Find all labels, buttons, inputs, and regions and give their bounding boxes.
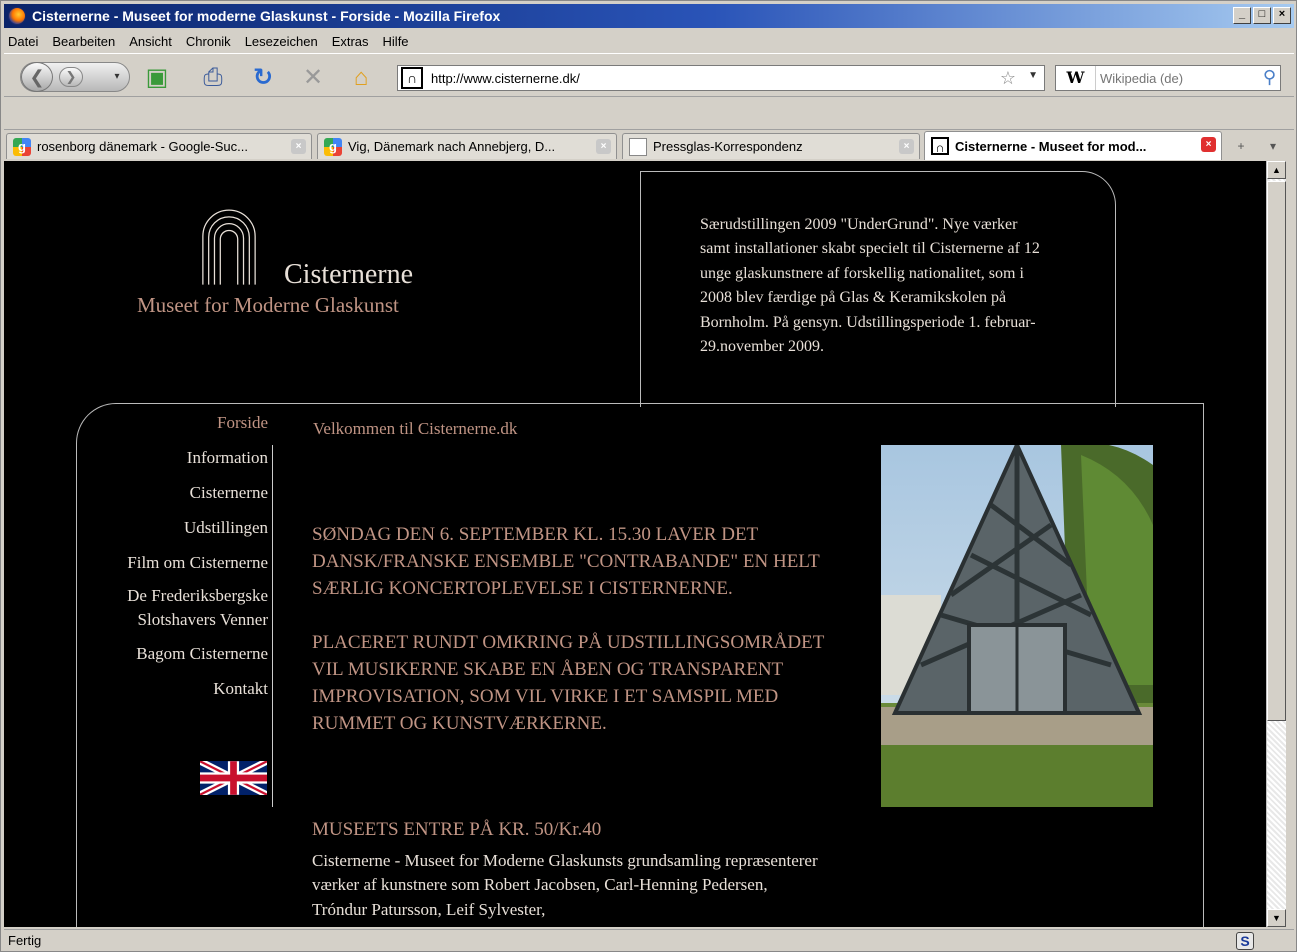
menu-datei[interactable]: Datei — [8, 34, 38, 49]
reload-icon[interactable]: ↻ — [248, 65, 278, 91]
site-navigation: Forside Information Cisternerne Udstilli… — [84, 413, 268, 714]
site-favicon-icon: ∩ — [401, 67, 423, 89]
nav-bagom[interactable]: Bagom Cisternerne — [84, 644, 268, 679]
tab-bar: g rosenborg dänemark - Google-Suc... × g… — [4, 129, 1294, 160]
menu-bar: Datei Bearbeiten Ansicht Chronik Lesezei… — [4, 29, 1294, 53]
vertical-scrollbar[interactable]: ▲ ▼ — [1266, 161, 1286, 927]
window-title: Cisternerne - Museet for moderne Glaskun… — [32, 8, 501, 24]
bookmark-star-icon[interactable]: ☆ — [1000, 68, 1016, 89]
tab-pressglas[interactable]: Pressglas-Korrespondenz × — [622, 133, 920, 159]
menu-ansicht[interactable]: Ansicht — [129, 34, 172, 49]
browser-window: Cisternerne - Museet for moderne Glaskun… — [0, 0, 1297, 952]
history-dropdown-icon[interactable]: ▾ — [109, 69, 125, 85]
tab-close-icon[interactable]: × — [291, 139, 306, 154]
back-button[interactable]: ❮ — [21, 62, 53, 92]
news-paragraph-2: PLACERET RUNDT OMKRING PÅ UDSTILLINGSOMR… — [312, 632, 824, 734]
addon-s-icon[interactable]: S — [1236, 932, 1254, 950]
back-forward-group: ❮ ❯ ▾ — [20, 62, 130, 92]
news-paragraph-1: SØNDAG DEN 6. SEPTEMBER KL. 15.30 LAVER … — [312, 524, 820, 599]
tab-close-icon[interactable]: × — [1201, 137, 1216, 152]
firefox-logo-icon — [8, 7, 26, 25]
nav-udstillingen[interactable]: Udstillingen — [84, 518, 268, 553]
menu-hilfe[interactable]: Hilfe — [383, 34, 409, 49]
url-dropdown-icon[interactable]: ▼ — [1028, 70, 1038, 81]
concert-news: SØNDAG DEN 6. SEPTEMBER KL. 15.30 LAVER … — [312, 521, 832, 764]
search-input[interactable] — [1096, 67, 1236, 89]
tab-label: Cisternerne - Museet for mod... — [955, 138, 1147, 154]
url-text[interactable]: http://www.cisternerne.dk/ — [431, 71, 580, 86]
stop-icon[interactable]: ✕ — [298, 65, 328, 91]
status-bar: Fertig S — [4, 929, 1294, 951]
window-controls: _ □ × — [1233, 7, 1291, 24]
nav-forside[interactable]: Forside — [84, 413, 268, 448]
google-icon: g — [13, 137, 31, 156]
menu-lesezeichen[interactable]: Lesezeichen — [245, 34, 318, 49]
english-flag-icon[interactable] — [200, 761, 267, 795]
search-engine-icon[interactable]: W — [1056, 66, 1096, 90]
maximize-button[interactable]: □ — [1253, 7, 1271, 24]
home-icon[interactable]: ⌂ — [346, 65, 376, 91]
nav-kontakt[interactable]: Kontakt — [84, 679, 268, 714]
page-content: Cisternerne Museet for Moderne Glaskunst… — [4, 161, 1266, 927]
google-icon: g — [324, 137, 342, 156]
tab-cisternerne[interactable]: ∩ Cisternerne - Museet for mod... × — [924, 131, 1222, 160]
status-text: Fertig — [8, 933, 42, 948]
nav-cisternerne[interactable]: Cisternerne — [84, 483, 268, 518]
scroll-thumb[interactable] — [1267, 181, 1286, 721]
scroll-down-button[interactable]: ▼ — [1267, 909, 1286, 927]
site-icon: ∩ — [931, 137, 949, 155]
nav-information[interactable]: Information — [84, 448, 268, 483]
exhibition-info-text: Særudstillingen 2009 "UnderGrund". Nye v… — [700, 216, 1040, 356]
search-magnifier-icon[interactable]: ⚲ — [1263, 67, 1276, 88]
nav-venner[interactable]: De Frederiksbergske Slotshavers Venner — [84, 584, 268, 644]
forward-button[interactable]: ❯ — [59, 67, 83, 87]
tab-label: Pressglas-Korrespondenz — [653, 139, 803, 154]
arch-logo-icon — [202, 209, 256, 285]
tab-list-icon[interactable]: ▾ — [1262, 135, 1284, 157]
search-bar[interactable]: W ⚲ — [1055, 65, 1281, 91]
tab-close-icon[interactable]: × — [899, 139, 914, 154]
new-tab-icon[interactable]: ▣ — [142, 65, 172, 91]
logo-name: Cisternerne — [284, 259, 414, 290]
tab-vig[interactable]: g Vig, Dänemark nach Annebjerg, D... × — [317, 133, 617, 159]
collection-text: Cisternerne - Museet for Moderne Glaskun… — [312, 851, 818, 919]
tab-label: Vig, Dänemark nach Annebjerg, D... — [348, 139, 556, 154]
tab-rosenborg[interactable]: g rosenborg dänemark - Google-Suc... × — [6, 133, 312, 159]
tab-label: rosenborg dänemark - Google-Suc... — [37, 139, 248, 154]
title-bar: Cisternerne - Museet for moderne Glaskun… — [4, 4, 1294, 28]
minimize-button[interactable]: _ — [1233, 7, 1251, 24]
page-icon — [629, 137, 647, 156]
nav-film[interactable]: Film om Cisternerne — [84, 553, 268, 584]
navigation-toolbar: ❮ ❯ ▾ ▣ ⎙ ↻ ✕ ⌂ ∩ http://www.cisternerne… — [4, 53, 1294, 97]
welcome-heading: Velkommen til Cisternerne.dk — [313, 419, 518, 438]
scroll-up-button[interactable]: ▲ — [1267, 161, 1286, 179]
print-icon[interactable]: ⎙ — [198, 65, 228, 91]
menu-chronik[interactable]: Chronik — [186, 34, 231, 49]
logo-subtitle: Museet for Moderne Glaskunst — [137, 293, 399, 317]
tab-close-icon[interactable]: × — [596, 139, 611, 154]
close-button[interactable]: × — [1273, 7, 1291, 24]
nav-divider — [272, 445, 273, 807]
menu-bearbeiten[interactable]: Bearbeiten — [52, 34, 115, 49]
menu-extras[interactable]: Extras — [332, 34, 369, 49]
entrance-price: MUSEETS ENTRE PÅ KR. 50/Kr.40 — [312, 819, 602, 840]
url-bar[interactable]: ∩ http://www.cisternerne.dk/ ☆ ▼ — [397, 65, 1045, 91]
glass-pyramid-photo — [881, 445, 1153, 807]
new-tab-plus-icon[interactable]: + — [1230, 135, 1252, 157]
